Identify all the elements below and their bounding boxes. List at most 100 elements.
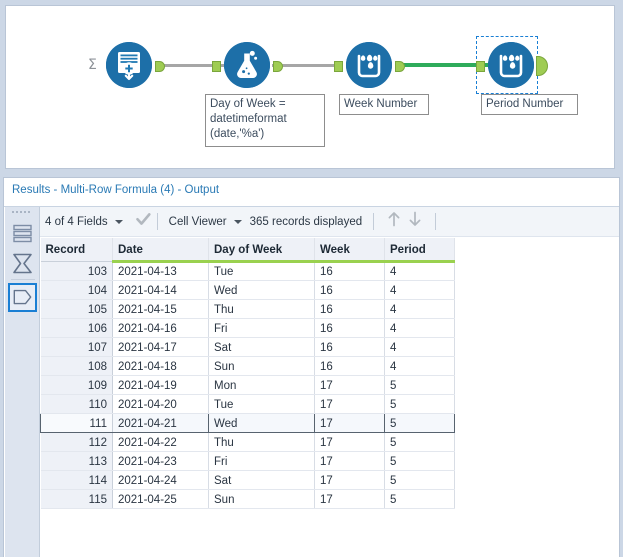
cell-period[interactable]: 5: [384, 451, 455, 471]
tool-multi-row-formula-week[interactable]: [334, 42, 405, 88]
cell-date[interactable]: 2021-04-19: [112, 375, 209, 395]
cell-rec[interactable]: 103: [40, 261, 113, 281]
table-row[interactable]: 110 2021-04-20 Tue 17 5: [40, 394, 455, 414]
cell-period[interactable]: 5: [384, 432, 455, 452]
table-row[interactable]: 105 2021-04-15 Thu 16 4: [40, 299, 455, 319]
connection-week-to-period-selected[interactable]: [395, 63, 489, 67]
cell-rec[interactable]: 112: [40, 432, 113, 452]
output-anchor-generate-rows[interactable]: [155, 61, 165, 72]
cell-date[interactable]: 2021-04-14: [112, 280, 209, 300]
table-row[interactable]: 112 2021-04-22 Thu 17 5: [40, 432, 455, 452]
cell-week[interactable]: 17: [314, 394, 385, 414]
cell-date[interactable]: 2021-04-17: [112, 337, 209, 357]
cell-week[interactable]: 17: [314, 489, 385, 509]
cell-dow[interactable]: Fri: [208, 451, 315, 471]
input-anchor-week[interactable]: [334, 61, 343, 72]
cell-period[interactable]: 5: [384, 489, 455, 509]
cell-dow[interactable]: Tue: [208, 261, 315, 281]
cell-week[interactable]: 16: [314, 261, 385, 281]
cell-dow[interactable]: Thu: [208, 432, 315, 452]
input-anchor-period[interactable]: [476, 61, 485, 72]
tool-label-period-number[interactable]: Period Number: [481, 94, 578, 115]
cell-rec[interactable]: 104: [40, 280, 113, 300]
cell-period[interactable]: 4: [384, 337, 455, 357]
cell-period[interactable]: 4: [384, 261, 455, 281]
cell-date[interactable]: 2021-04-18: [112, 356, 209, 376]
workflow-canvas[interactable]: Σ Day of Week = datetimeformat (date,'%a…: [5, 5, 615, 169]
cell-period[interactable]: 4: [384, 299, 455, 319]
cell-date[interactable]: 2021-04-23: [112, 451, 209, 471]
fields-selector[interactable]: 4 of 4 Fields: [40, 207, 128, 236]
viewer-mode-selector[interactable]: Cell Viewer: [164, 207, 247, 236]
cell-dow[interactable]: Fri: [208, 318, 315, 338]
table-row[interactable]: 113 2021-04-23 Fri 17 5: [40, 451, 455, 471]
cell-week[interactable]: 16: [314, 299, 385, 319]
cell-rec[interactable]: 114: [40, 470, 113, 490]
tool-label-week-number[interactable]: Week Number: [339, 94, 429, 115]
column-header-record[interactable]: Record: [40, 238, 113, 262]
input-anchor-formula[interactable]: [212, 61, 221, 72]
cell-dow[interactable]: Wed: [208, 413, 315, 433]
column-header-week[interactable]: Week: [314, 238, 385, 263]
cell-period[interactable]: 4: [384, 318, 455, 338]
cell-rec[interactable]: 111: [40, 413, 113, 433]
table-row[interactable]: 106 2021-04-16 Fri 16 4: [40, 318, 455, 338]
cell-dow[interactable]: Sat: [208, 337, 315, 357]
rail-grip-handle[interactable]: [12, 211, 32, 215]
cell-rec[interactable]: 106: [40, 318, 113, 338]
cell-dow[interactable]: Wed: [208, 280, 315, 300]
cell-week[interactable]: 16: [314, 280, 385, 300]
output-anchor-period[interactable]: [536, 56, 548, 76]
cell-week[interactable]: 17: [314, 432, 385, 452]
column-header-period[interactable]: Period: [384, 238, 455, 263]
results-data-grid[interactable]: Record Date Day of Week Week Period 103 2…: [40, 238, 619, 557]
tool-label-formula[interactable]: Day of Week = datetimeformat (date,'%a'): [205, 94, 325, 147]
cell-rec[interactable]: 107: [40, 337, 113, 357]
tool-generate-rows[interactable]: [106, 42, 165, 88]
table-row[interactable]: 108 2021-04-18 Sun 16 4: [40, 356, 455, 376]
table-row[interactable]: 115 2021-04-25 Sun 17 5: [40, 489, 455, 509]
tool-multi-row-formula-period[interactable]: [476, 42, 548, 88]
cell-dow[interactable]: Tue: [208, 394, 315, 414]
table-row[interactable]: 111 2021-04-21 Wed 17 5: [40, 413, 455, 433]
cell-period[interactable]: 5: [384, 375, 455, 395]
cell-week[interactable]: 17: [314, 470, 385, 490]
arrow-up-icon[interactable]: [387, 211, 401, 232]
cell-date[interactable]: 2021-04-21: [112, 413, 209, 433]
cell-dow[interactable]: Thu: [208, 299, 315, 319]
rail-item-sigma-profile[interactable]: [8, 249, 37, 278]
cell-week[interactable]: 17: [314, 413, 385, 433]
table-row[interactable]: 114 2021-04-24 Sat 17 5: [40, 470, 455, 490]
cell-rec[interactable]: 109: [40, 375, 113, 395]
cell-dow[interactable]: Sun: [208, 356, 315, 376]
tool-formula[interactable]: [212, 42, 283, 88]
cell-rec[interactable]: 110: [40, 394, 113, 414]
checkmark-icon[interactable]: [135, 212, 151, 231]
table-row[interactable]: 107 2021-04-17 Sat 16 4: [40, 337, 455, 357]
cell-date[interactable]: 2021-04-16: [112, 318, 209, 338]
cell-period[interactable]: 4: [384, 280, 455, 300]
arrow-down-icon[interactable]: [408, 211, 422, 232]
table-row[interactable]: 109 2021-04-19 Mon 17 5: [40, 375, 455, 395]
cell-date[interactable]: 2021-04-13: [112, 261, 209, 281]
column-header-date[interactable]: Date: [112, 238, 209, 263]
cell-week[interactable]: 17: [314, 375, 385, 395]
cell-date[interactable]: 2021-04-15: [112, 299, 209, 319]
column-header-day-of-week[interactable]: Day of Week: [208, 238, 315, 263]
cell-date[interactable]: 2021-04-20: [112, 394, 209, 414]
output-anchor-week[interactable]: [395, 61, 405, 72]
cell-rec[interactable]: 115: [40, 489, 113, 509]
cell-period[interactable]: 4: [384, 356, 455, 376]
rail-item-data-list[interactable]: [8, 219, 37, 248]
cell-date[interactable]: 2021-04-24: [112, 470, 209, 490]
cell-week[interactable]: 17: [314, 451, 385, 471]
output-anchor-formula[interactable]: [273, 61, 283, 72]
cell-dow[interactable]: Sat: [208, 470, 315, 490]
rail-item-metadata-tag[interactable]: [8, 283, 37, 312]
cell-rec[interactable]: 113: [40, 451, 113, 471]
cell-rec[interactable]: 108: [40, 356, 113, 376]
table-row[interactable]: 104 2021-04-14 Wed 16 4: [40, 280, 455, 300]
cell-dow[interactable]: Mon: [208, 375, 315, 395]
cell-week[interactable]: 16: [314, 356, 385, 376]
cell-week[interactable]: 16: [314, 318, 385, 338]
